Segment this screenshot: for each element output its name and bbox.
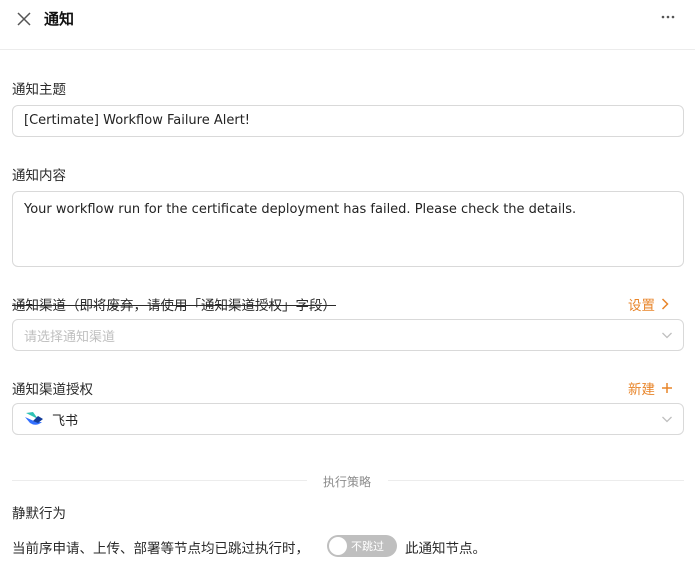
close-icon xyxy=(17,12,31,26)
skip-toggle[interactable]: 不跳过 xyxy=(327,535,397,557)
channel-auth-label: 通知渠道授权 xyxy=(12,382,93,398)
channel-settings-label: 设置 xyxy=(628,298,655,314)
subject-label: 通知主题 xyxy=(12,82,66,98)
page-title: 通知 xyxy=(44,10,75,28)
feishu-logo-icon xyxy=(25,412,43,425)
chevron-right-icon xyxy=(661,298,669,310)
channel-settings-link[interactable]: 设置 xyxy=(628,294,669,314)
toggle-knob xyxy=(329,537,347,555)
chevron-down-icon xyxy=(662,416,672,423)
silent-sentence-suffix: 此通知节点。 xyxy=(405,541,486,557)
divider-line-left xyxy=(12,480,307,481)
chevron-down-icon xyxy=(662,332,672,339)
strategy-divider-label: 执行策略 xyxy=(322,475,371,489)
ellipsis-icon xyxy=(661,15,675,19)
channel-select-placeholder: 请选择通知渠道 xyxy=(24,329,116,345)
close-button[interactable] xyxy=(14,9,34,29)
content-textarea[interactable]: Your workflow run for the certificate de… xyxy=(12,191,684,267)
toggle-label: 不跳过 xyxy=(351,540,384,553)
plus-icon xyxy=(662,383,672,393)
channel-auth-select[interactable]: 飞书 xyxy=(12,403,684,435)
subject-input[interactable]: [Certimate] Workflow Failure Alert! xyxy=(12,105,684,137)
divider-line-right xyxy=(388,480,684,481)
channel-select[interactable]: 请选择通知渠道 xyxy=(12,319,684,351)
silent-sentence-prefix: 当前序申请、上传、部署等节点均已跳过执行时， xyxy=(12,541,309,557)
new-channel-auth-link[interactable]: 新建 xyxy=(628,378,673,398)
content-label: 通知内容 xyxy=(12,168,66,184)
silent-behavior-label: 静默行为 xyxy=(12,506,66,522)
new-channel-auth-label: 新建 xyxy=(628,382,655,398)
more-options-button[interactable] xyxy=(657,6,679,28)
channel-auth-value: 飞书 xyxy=(52,413,79,429)
drawer-header: 通知 xyxy=(0,0,695,50)
channel-label: 通知渠道（即将废弃，请使用「通知渠道授权」字段） xyxy=(12,298,336,314)
